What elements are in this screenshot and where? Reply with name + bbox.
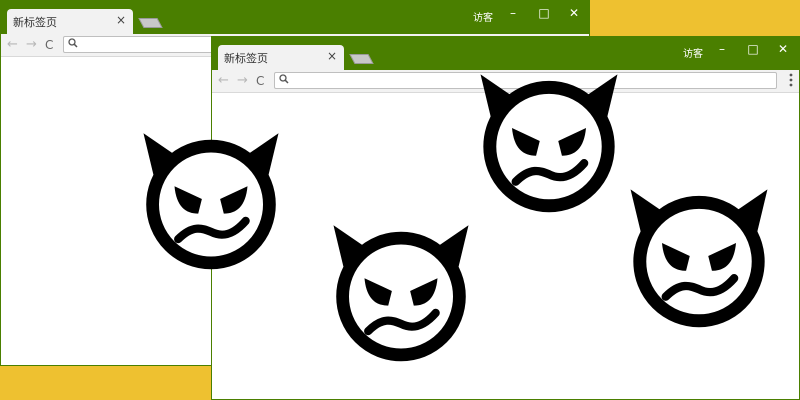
menu-icon[interactable]: [789, 73, 793, 87]
close-window-button[interactable]: ✕: [562, 5, 586, 21]
reload-icon[interactable]: C: [256, 73, 264, 89]
forward-arrow-icon[interactable]: →: [26, 37, 37, 53]
search-icon: [279, 74, 289, 84]
back-arrow-icon[interactable]: ←: [7, 37, 18, 53]
tab-new-tab[interactable]: 新标签页 ×: [218, 45, 344, 70]
maximize-button[interactable]: □: [532, 5, 556, 21]
tab-close-button[interactable]: ×: [327, 49, 337, 63]
devil-face-icon: [625, 180, 773, 332]
user-label[interactable]: 访客: [473, 9, 493, 24]
new-tab-button[interactable]: [349, 54, 374, 64]
maximize-button[interactable]: □: [741, 41, 765, 57]
title-bar[interactable]: 新标签页 × 访客 – □ ✕: [1, 1, 589, 34]
minimize-button[interactable]: –: [710, 41, 734, 57]
tab-title: 新标签页: [13, 16, 57, 29]
user-label[interactable]: 访客: [683, 45, 703, 60]
devil-face-icon: [475, 66, 623, 216]
devil-face-icon: [138, 124, 284, 274]
tab-close-button[interactable]: ×: [116, 13, 126, 27]
back-arrow-icon[interactable]: ←: [218, 73, 229, 89]
close-window-button[interactable]: ✕: [771, 41, 795, 57]
tab-new-tab[interactable]: 新标签页 ×: [7, 9, 133, 34]
devil-face-icon: [328, 216, 474, 366]
new-tab-button[interactable]: [138, 18, 163, 28]
forward-arrow-icon[interactable]: →: [237, 73, 248, 89]
reload-icon[interactable]: C: [45, 37, 53, 53]
tab-title: 新标签页: [224, 52, 268, 65]
search-icon: [68, 38, 78, 48]
minimize-button[interactable]: –: [501, 5, 525, 21]
